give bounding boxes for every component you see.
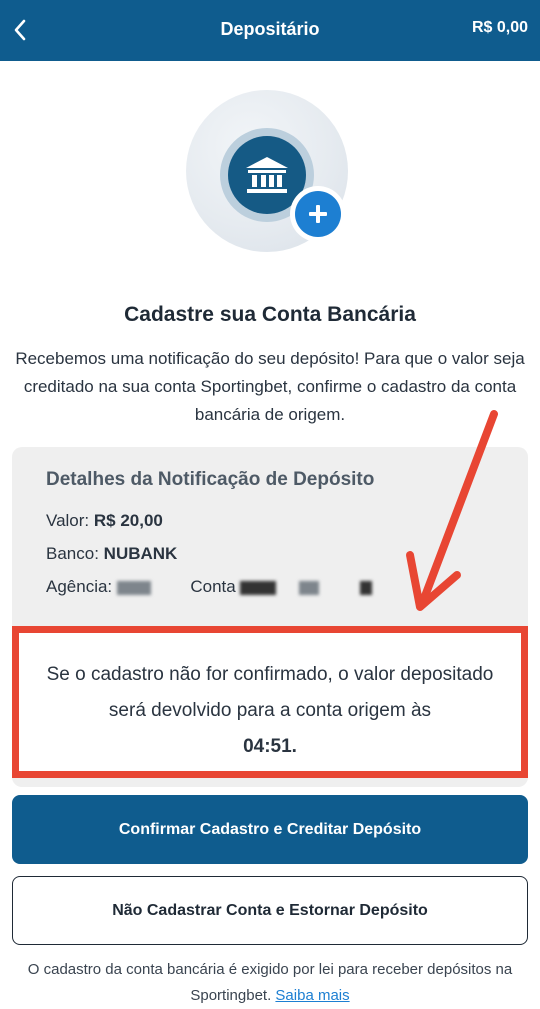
decline-button[interactable]: Não Cadastrar Conta e Estornar Depósito	[12, 876, 528, 945]
top-bar: Depositário R$ 0,00	[0, 0, 540, 61]
section-heading: Cadastre sua Conta Bancária	[124, 303, 416, 326]
valor-row: Valor: R$ 20,00	[46, 511, 163, 531]
banco-label: Banco:	[46, 544, 99, 563]
conta-redacted-2	[299, 580, 320, 595]
valor-value: R$ 20,00	[93, 511, 163, 530]
footer-text: O cadastro da conta bancária é exigido p…	[27, 961, 513, 1004]
balance-display: R$ 0,00	[471, 19, 528, 36]
learn-more-link[interactable]: Saiba mais	[275, 987, 349, 1004]
account-row: Agência: Conta	[46, 577, 372, 597]
conta-redacted	[240, 580, 277, 595]
warning-time: 04:51.	[243, 736, 297, 757]
warning-text: Se o cadastro não for confirmado, o valo…	[46, 664, 494, 721]
hero-illustration	[186, 90, 348, 252]
valor-label: Valor:	[46, 511, 90, 530]
agencia-redacted	[116, 580, 151, 595]
details-title: Detalhes da Notificação de Depósito	[46, 469, 375, 490]
deadline-warning: Se o cadastro não for confirmado, o valo…	[12, 626, 528, 778]
conta-label: Conta	[190, 577, 236, 596]
page-title: Depositário	[220, 19, 320, 39]
legal-footer: O cadastro da conta bancária é exigido p…	[14, 957, 526, 1009]
agencia-label: Agência:	[46, 577, 113, 596]
conta-redacted-3	[359, 580, 372, 595]
banco-row: Banco: NUBANK	[46, 544, 177, 564]
confirm-button[interactable]: Confirmar Cadastro e Creditar Depósito	[12, 795, 528, 864]
add-badge	[290, 186, 346, 242]
warning-message: Se o cadastro não for confirmado, o valo…	[29, 657, 511, 765]
intro-text: Recebemos uma notificação do seu depósit…	[15, 349, 525, 424]
plus-icon	[295, 191, 341, 237]
banco-value: NUBANK	[103, 544, 178, 563]
